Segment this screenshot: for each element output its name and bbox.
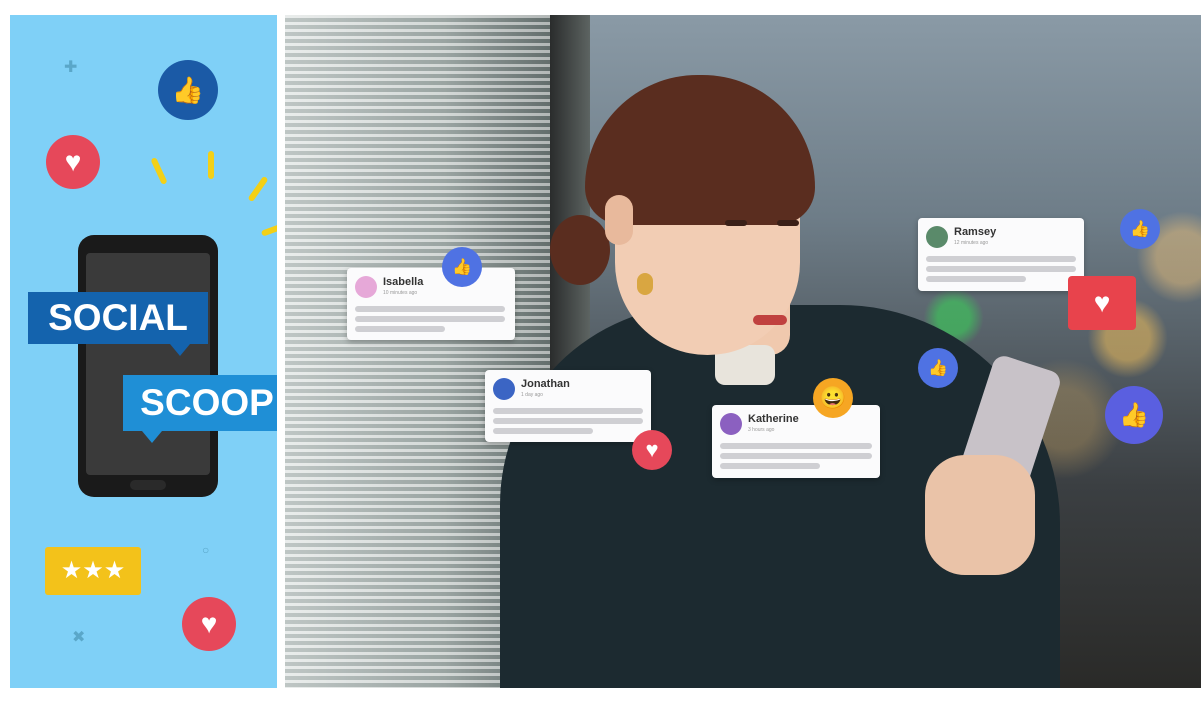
- burst-icon: [260, 221, 277, 237]
- comment-time: 10 minutes ago: [383, 290, 418, 296]
- comment-line: [926, 276, 1026, 282]
- comment-card: Katherine 3 hours ago: [712, 405, 880, 478]
- burst-icon: [247, 175, 269, 203]
- comment-line: [493, 428, 593, 434]
- sparkle-icon: ✖: [72, 629, 86, 646]
- hand: [925, 455, 1035, 575]
- commenter-name: Ramsey: [954, 226, 997, 238]
- heart-icon: ♥: [1068, 276, 1136, 330]
- comment-card: Jonathan 1 day ago: [485, 370, 651, 442]
- comment-card: Ramsey 12 minutes ago: [918, 218, 1084, 291]
- comment-line: [720, 463, 820, 469]
- comment-time: 1 day ago: [521, 392, 543, 398]
- scoop-tag: SCOOP: [123, 375, 277, 431]
- social-scoop-graphic: ✚ ✖ ○ 👍 ♥ SOCIAL SCOOP ★★★ ♥: [10, 15, 277, 688]
- heart-icon: ♥: [46, 135, 100, 189]
- avatar: [720, 413, 742, 435]
- scoop-tag-tail: [142, 431, 162, 443]
- heart-icon: ♥: [632, 430, 672, 470]
- comment-line: [355, 316, 505, 322]
- comment-line: [493, 408, 643, 414]
- commenter-name: Isabella: [383, 276, 424, 288]
- comment-line: [355, 326, 445, 332]
- comment-time: 12 minutes ago: [954, 240, 989, 246]
- thumbs-up-icon: 👍: [1120, 209, 1160, 249]
- social-tag-tail: [170, 344, 190, 356]
- avatar: [493, 378, 515, 400]
- phone-home-button: [130, 480, 166, 490]
- comment-card: Isabella 10 minutes ago: [347, 268, 515, 340]
- thumbs-up-icon: 👍: [918, 348, 958, 388]
- lips: [753, 315, 787, 325]
- comment-line: [355, 306, 505, 312]
- circle-icon: ○: [202, 543, 210, 557]
- social-tag: SOCIAL: [28, 292, 208, 344]
- comment-line: [720, 443, 872, 449]
- thumbs-up-icon: 👍: [442, 247, 482, 287]
- comment-time: 3 hours ago: [748, 427, 775, 433]
- eye: [725, 220, 747, 226]
- comment-line: [720, 453, 872, 459]
- commenter-name: Katherine: [748, 413, 799, 425]
- hair-bun: [550, 215, 610, 285]
- smile-icon: 😀: [813, 378, 853, 418]
- eye: [777, 220, 799, 226]
- heart-icon: ♥: [182, 597, 236, 651]
- commenter-name: Jonathan: [521, 378, 570, 390]
- avatar: [926, 226, 948, 248]
- ear: [605, 195, 633, 245]
- burst-icon: [150, 157, 168, 185]
- comment-line: [926, 256, 1076, 262]
- woman-with-phone-photo: [285, 15, 1201, 688]
- earring: [637, 273, 653, 295]
- thumbs-up-icon: 👍: [158, 60, 218, 120]
- comment-line: [493, 418, 643, 424]
- burst-icon: [208, 151, 214, 179]
- avatar: [355, 276, 377, 298]
- rating-stars: ★★★: [45, 547, 141, 595]
- thumbs-up-icon: 👍: [1105, 386, 1163, 444]
- comment-line: [926, 266, 1076, 272]
- phone-illustration: [78, 235, 218, 497]
- sparkle-icon: ✚: [64, 59, 78, 76]
